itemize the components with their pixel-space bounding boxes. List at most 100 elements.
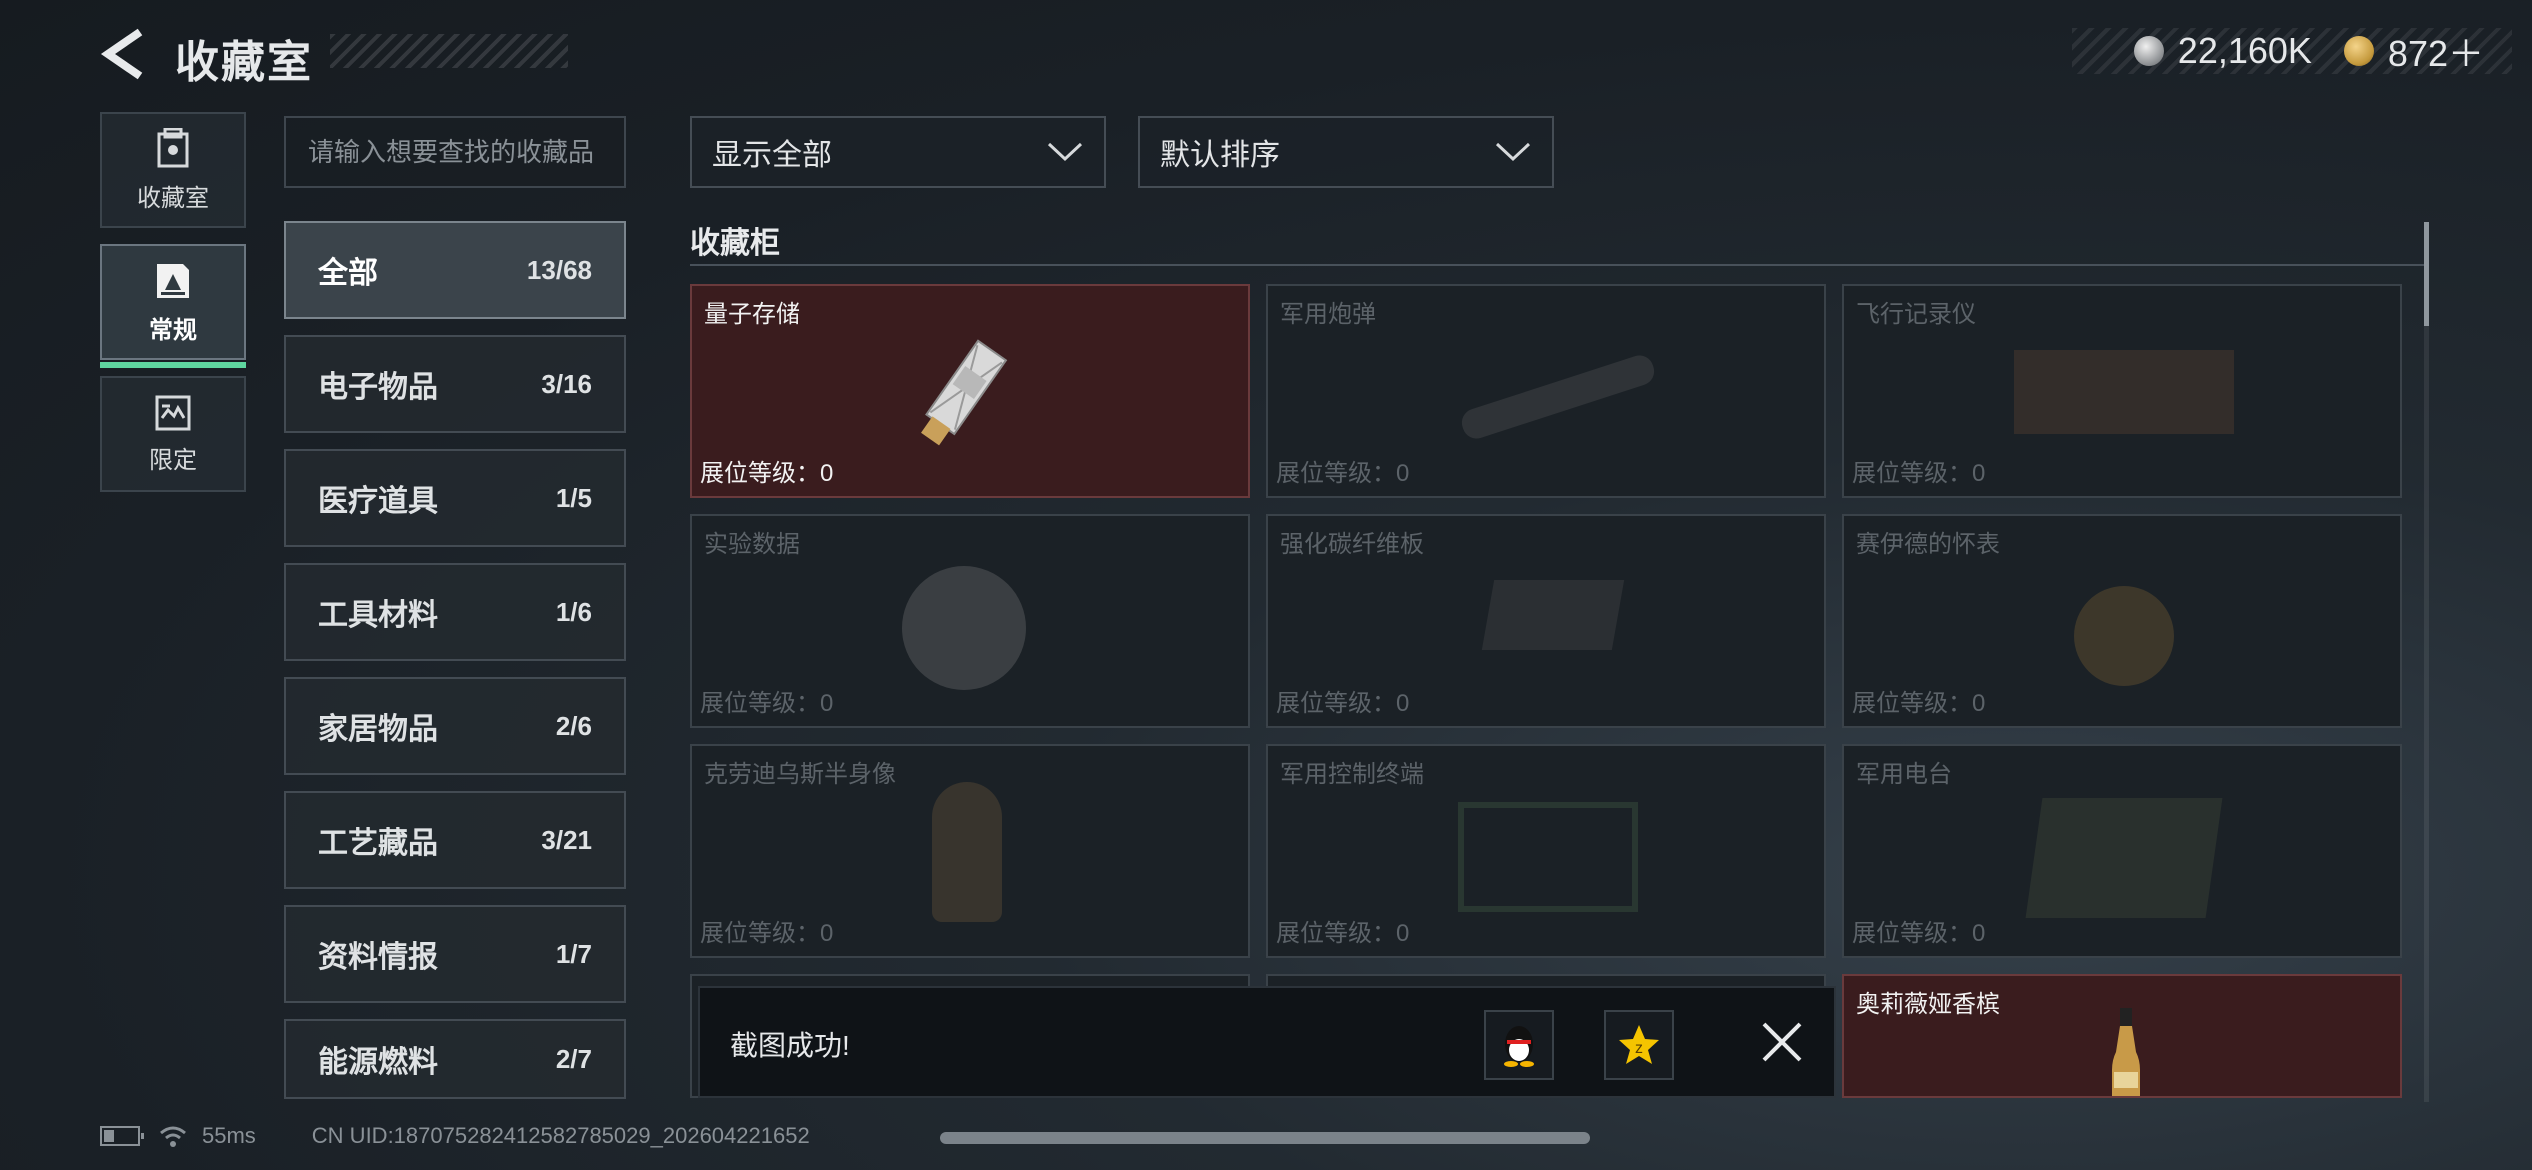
filter-label: 显示全部: [712, 139, 832, 172]
category-count: 2/6: [555, 710, 592, 741]
gold-coin-icon: [2343, 36, 2374, 66]
category-count: 13/68: [526, 254, 592, 285]
wifi-icon: [160, 1126, 186, 1147]
collection-card-quantum-storage[interactable]: 量子存储 展位等级：0: [690, 284, 1250, 498]
scrollbar-thumb[interactable]: [2424, 222, 2429, 326]
collection-card-military-radio[interactable]: 军用电台 展位等级：0: [1842, 744, 2402, 958]
tab-label: 限定: [149, 446, 197, 474]
collection-card-claudius-bust[interactable]: 克劳迪乌斯半身像 展位等级：0: [690, 744, 1250, 958]
title-decoration: [330, 34, 568, 68]
screenshot-toast: 截图成功! z: [698, 986, 1836, 1098]
tab-collection-room[interactable]: 收藏室: [100, 112, 246, 228]
collection-card-saeed-pocket-watch[interactable]: 赛伊德的怀表 展位等级：0: [1842, 514, 2402, 728]
item-name: 量子存储: [704, 301, 800, 328]
item-name: 飞行记录仪: [1856, 301, 1976, 328]
qzone-star-icon: z: [1619, 1025, 1659, 1064]
item-silhouette: [2025, 798, 2223, 918]
category-count: 2/7: [555, 1043, 592, 1074]
category-tools[interactable]: 工具材料 1/6: [284, 563, 626, 661]
item-level: 展位等级：0: [1276, 690, 1410, 717]
item-level: 展位等级：0: [700, 460, 834, 487]
item-name: 军用电台: [1856, 761, 1952, 788]
item-silhouette: [2074, 586, 2174, 686]
active-tab-indicator: [100, 362, 246, 368]
collection-card-olivia-champagne[interactable]: 奥莉薇娅香槟: [1842, 974, 2402, 1098]
category-energy[interactable]: 能源燃料 2/7: [284, 1019, 626, 1099]
currency-bar: 22,160K 872＋: [2072, 28, 2512, 74]
collection-card-military-terminal[interactable]: 军用控制终端 展位等级：0: [1266, 744, 1826, 958]
category-electronics[interactable]: 电子物品 3/16: [284, 335, 626, 433]
category-crafts[interactable]: 工艺藏品 3/21: [284, 791, 626, 889]
tab-limited[interactable]: 限定: [100, 376, 246, 492]
item-level: 展位等级：0: [700, 920, 834, 947]
share-qzone-button[interactable]: z: [1604, 1010, 1674, 1080]
category-count: 1/5: [555, 482, 592, 513]
category-count: 3/16: [541, 368, 592, 399]
collection-card-carbon-fiber-plate[interactable]: 强化碳纤维板 展位等级：0: [1266, 514, 1826, 728]
section-divider: [690, 264, 2424, 266]
horizontal-scrollbar[interactable]: [940, 1132, 1590, 1144]
category-count: 1/7: [555, 938, 592, 969]
category-label: 医疗道具: [318, 485, 438, 518]
scrollbar-track[interactable]: [2424, 222, 2429, 1102]
category-label: 电子物品: [318, 371, 438, 404]
category-label: 工具材料: [318, 599, 438, 632]
category-label: 能源燃料: [318, 1046, 438, 1079]
item-level: 展位等级：0: [1852, 690, 1986, 717]
sort-dropdown[interactable]: 默认排序: [1138, 116, 1554, 188]
category-label: 工艺藏品: [318, 827, 438, 860]
category-medical[interactable]: 医疗道具 1/5: [284, 449, 626, 547]
item-name: 军用控制终端: [1280, 761, 1424, 788]
tab-regular[interactable]: 常规: [100, 244, 246, 368]
currency-gold-value: 872＋: [2387, 33, 2484, 74]
item-silhouette: [932, 782, 1002, 922]
quantum-storage-image: [921, 339, 1008, 446]
svg-text:z: z: [1635, 1040, 1643, 1057]
category-count: 3/21: [541, 824, 592, 855]
battery-icon: [100, 1126, 144, 1146]
category-intel[interactable]: 资料情报 1/7: [284, 905, 626, 1003]
category-household[interactable]: 家居物品 2/6: [284, 677, 626, 775]
item-level: 展位等级：0: [1276, 460, 1410, 487]
close-icon[interactable]: [1752, 1012, 1812, 1072]
collection-room-icon: [157, 127, 189, 167]
section-title: 收藏柜: [690, 227, 780, 260]
item-level: 展位等级：0: [700, 690, 834, 717]
item-silhouette: [902, 566, 1026, 690]
qq-penguin-icon: [1504, 1026, 1534, 1067]
share-qq-button[interactable]: [1484, 1010, 1554, 1080]
category-label: 资料情报: [318, 941, 438, 974]
item-name: 实验数据: [704, 531, 800, 558]
regular-icon: [157, 263, 189, 298]
ping-value: 55ms: [202, 1123, 256, 1148]
collection-card-lab-data[interactable]: 实验数据 展位等级：0: [690, 514, 1250, 728]
tab-label: 常规: [149, 316, 197, 344]
category-label: 全部: [318, 257, 378, 290]
item-silhouette: [2014, 350, 2234, 434]
silver-coin-icon: [2133, 36, 2164, 66]
limited-icon: [155, 395, 191, 430]
filter-dropdown[interactable]: 显示全部: [690, 116, 1106, 188]
search-input[interactable]: [284, 116, 626, 188]
chevron-down-icon: [1495, 142, 1531, 162]
collection-card-flight-recorder[interactable]: 飞行记录仪 展位等级：0: [1842, 284, 2402, 498]
uid-text: CN UID:18707528241258278502​9_2026042216…: [311, 1123, 810, 1148]
currency-silver-value: 22,160K: [2177, 30, 2312, 71]
item-level: 展位等级：0: [1852, 460, 1986, 487]
category-all[interactable]: 全部 13/68: [284, 221, 626, 319]
item-silhouette: [1458, 351, 1658, 443]
item-name: 奥莉薇娅香槟: [1856, 991, 2000, 1018]
status-footer: 55ms CN UID:18707528241258278502​9_20260…: [100, 1118, 810, 1154]
item-silhouette: [1458, 802, 1638, 912]
item-name: 克劳迪乌斯半身像: [704, 761, 896, 788]
page-title: 收藏室: [175, 38, 313, 87]
category-label: 家居物品: [318, 713, 438, 746]
back-arrow-icon[interactable]: [100, 26, 150, 82]
item-level: 展位等级：0: [1852, 920, 1986, 947]
chevron-down-icon: [1047, 142, 1083, 162]
category-count: 1/6: [555, 596, 592, 627]
item-name: 赛伊德的怀表: [1856, 531, 2000, 558]
tab-label: 收藏室: [137, 184, 209, 212]
collection-card-military-shell[interactable]: 军用炮弹 展位等级：0: [1266, 284, 1826, 498]
toast-message: 截图成功!: [730, 1030, 850, 1061]
